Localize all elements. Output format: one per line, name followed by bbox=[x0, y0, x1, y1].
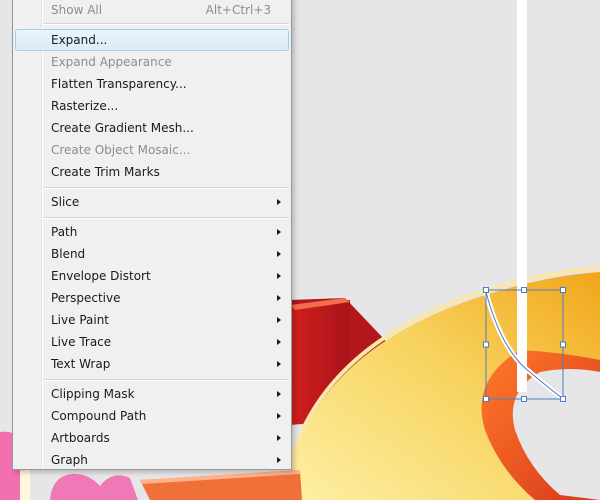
menu-item-expand[interactable]: Expand... bbox=[15, 29, 289, 51]
submenu-arrow-icon bbox=[277, 339, 281, 345]
menu-item-label: Compound Path bbox=[51, 409, 147, 423]
menu-item-label: Artboards bbox=[51, 431, 110, 445]
submenu-arrow-icon bbox=[277, 229, 281, 235]
menu-item-label: Clipping Mask bbox=[51, 387, 135, 401]
menu-item-label: Flatten Transparency... bbox=[51, 77, 187, 91]
resize-handle-bottom-left[interactable] bbox=[483, 396, 489, 402]
submenu-arrow-icon bbox=[277, 317, 281, 323]
submenu-arrow-icon bbox=[277, 435, 281, 441]
menu-item-create-object-mosaic: Create Object Mosaic... bbox=[15, 139, 289, 161]
menu-item-show-all: Show All Alt+Ctrl+3 bbox=[15, 0, 289, 21]
resize-handle-top-right[interactable] bbox=[560, 287, 566, 293]
menu-item-flatten-transparency[interactable]: Flatten Transparency... bbox=[15, 73, 289, 95]
menu-item-rasterize[interactable]: Rasterize... bbox=[15, 95, 289, 117]
menu-item-label: Path bbox=[51, 225, 78, 239]
submenu-arrow-icon bbox=[277, 273, 281, 279]
menu-separator bbox=[43, 23, 289, 25]
menu-item-label: Text Wrap bbox=[51, 357, 111, 371]
menu-item-label: Envelope Distort bbox=[51, 269, 151, 283]
pink-heart-shape bbox=[50, 473, 138, 500]
menu-item-label: Create Object Mosaic... bbox=[51, 143, 191, 157]
menu-item-shortcut: Alt+Ctrl+3 bbox=[205, 3, 271, 17]
menu-item-path[interactable]: Path bbox=[15, 221, 289, 243]
menu-item-label: Expand Appearance bbox=[51, 55, 172, 69]
submenu-arrow-icon bbox=[277, 199, 281, 205]
submenu-arrow-icon bbox=[277, 391, 281, 397]
menu-item-create-gradient-mesh[interactable]: Create Gradient Mesh... bbox=[15, 117, 289, 139]
menu-item-label: Perspective bbox=[51, 291, 121, 305]
submenu-arrow-icon bbox=[277, 457, 281, 463]
menu-item-perspective[interactable]: Perspective bbox=[15, 287, 289, 309]
menu-item-live-paint[interactable]: Live Paint bbox=[15, 309, 289, 331]
menu-item-label: Blend bbox=[51, 247, 86, 261]
menu-item-label: Graph bbox=[51, 453, 88, 467]
resize-handle-middle-right[interactable] bbox=[560, 341, 566, 348]
menu-item-compound-path[interactable]: Compound Path bbox=[15, 405, 289, 427]
menu-item-label: Expand... bbox=[51, 33, 108, 47]
menu-item-text-wrap[interactable]: Text Wrap bbox=[15, 353, 289, 375]
resize-handle-top-center[interactable] bbox=[521, 287, 527, 293]
menu-item-label: Show All bbox=[51, 3, 103, 17]
menu-item-artboards[interactable]: Artboards bbox=[15, 427, 289, 449]
menu-item-live-trace[interactable]: Live Trace bbox=[15, 331, 289, 353]
menu-item-create-trim-marks[interactable]: Create Trim Marks bbox=[15, 161, 289, 183]
resize-handle-bottom-right[interactable] bbox=[560, 396, 566, 402]
menu-item-label: Create Gradient Mesh... bbox=[51, 121, 194, 135]
menu-separator bbox=[43, 379, 289, 381]
menu-item-blend[interactable]: Blend bbox=[15, 243, 289, 265]
menu-item-envelope-distort[interactable]: Envelope Distort bbox=[15, 265, 289, 287]
menu-item-expand-appearance: Expand Appearance bbox=[15, 51, 289, 73]
menu-item-label: Create Trim Marks bbox=[51, 165, 160, 179]
submenu-arrow-icon bbox=[277, 251, 281, 257]
resize-handle-top-left[interactable] bbox=[483, 287, 489, 293]
menu-item-slice[interactable]: Slice bbox=[15, 191, 289, 213]
menu-item-clipping-mask[interactable]: Clipping Mask bbox=[15, 383, 289, 405]
white-vertical-bar bbox=[517, 0, 527, 392]
menu-item-label: Rasterize... bbox=[51, 99, 119, 113]
submenu-arrow-icon bbox=[277, 295, 281, 301]
submenu-arrow-icon bbox=[277, 361, 281, 367]
menu-item-graph[interactable]: Graph bbox=[15, 449, 289, 471]
resize-handle-middle-left[interactable] bbox=[483, 341, 489, 348]
object-context-menu: Show All Alt+Ctrl+3 Expand... Expand App… bbox=[12, 0, 292, 470]
menu-separator bbox=[43, 187, 289, 189]
resize-handle-bottom-center[interactable] bbox=[521, 396, 527, 402]
menu-item-label: Slice bbox=[51, 195, 80, 209]
submenu-arrow-icon bbox=[277, 413, 281, 419]
menu-item-label: Live Trace bbox=[51, 335, 112, 349]
menu-separator bbox=[43, 217, 289, 219]
menu-item-label: Live Paint bbox=[51, 313, 110, 327]
